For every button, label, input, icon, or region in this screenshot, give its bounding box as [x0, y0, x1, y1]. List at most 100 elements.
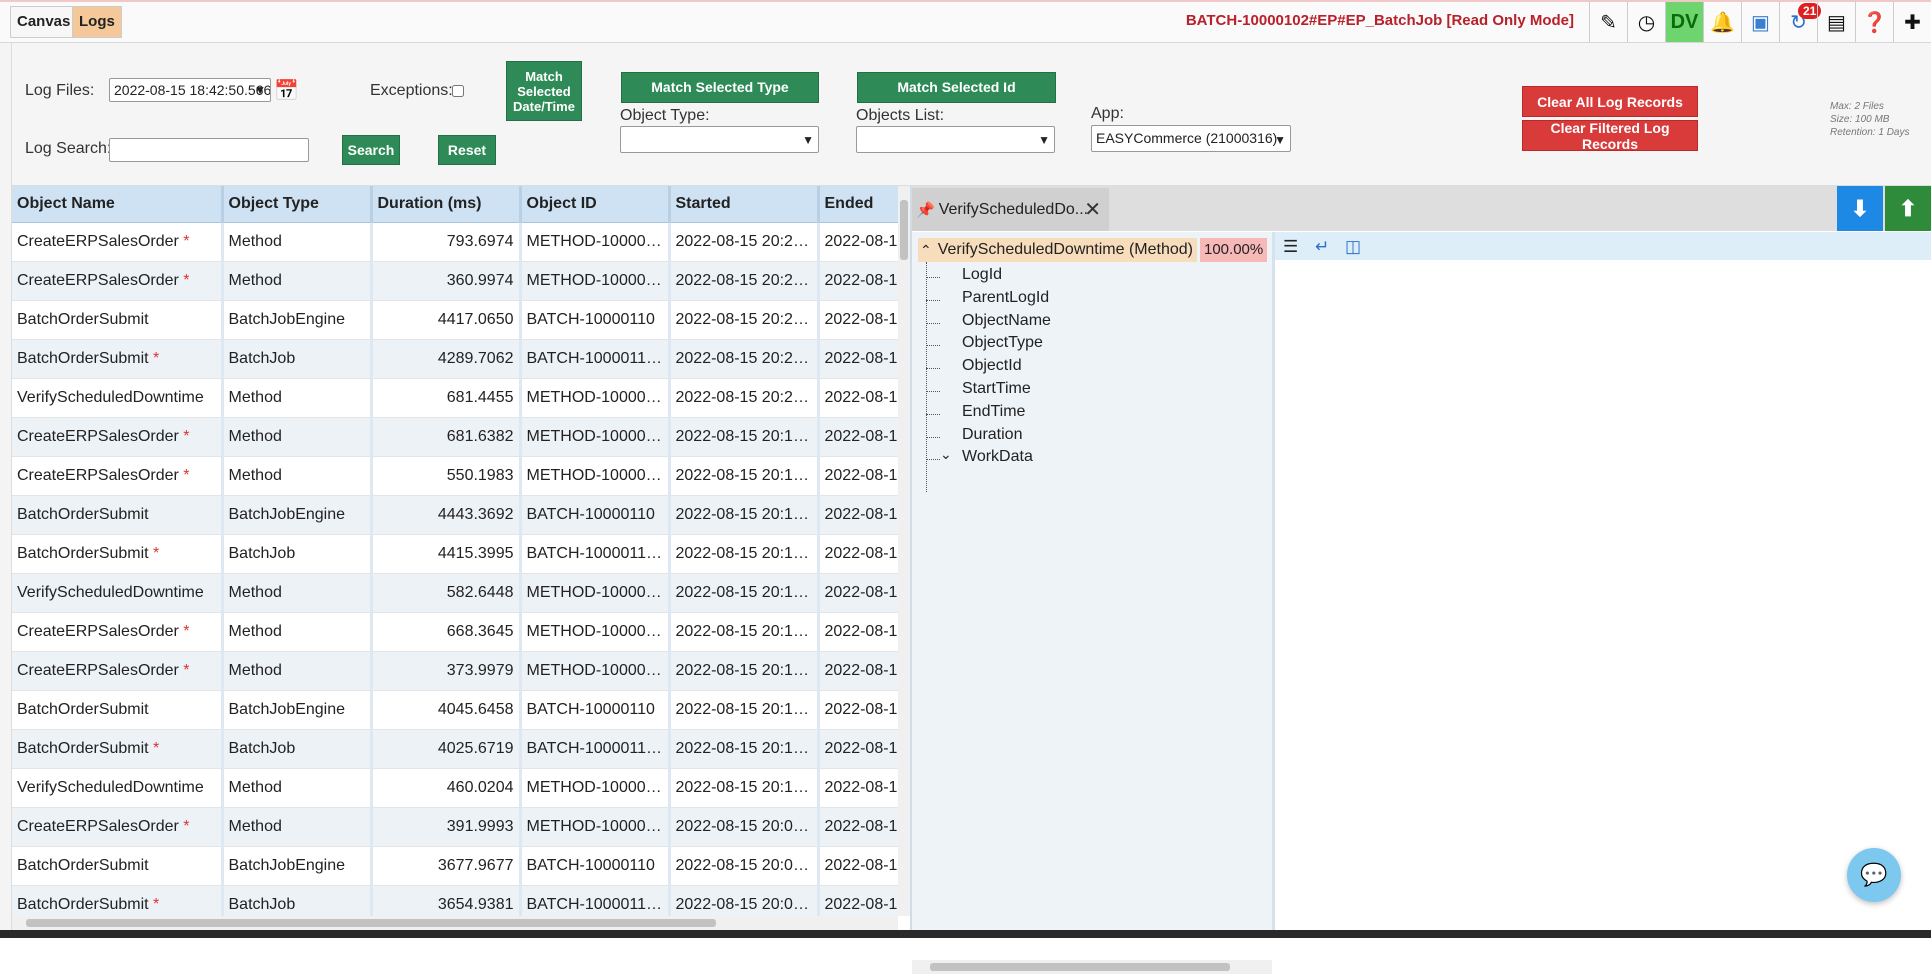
- tree-root[interactable]: ⌃ VerifyScheduledDowntime (Method): [918, 238, 1197, 262]
- calendar-icon[interactable]: 📅: [274, 78, 299, 103]
- object-type-select[interactable]: ▼: [620, 126, 819, 153]
- reset-button[interactable]: Reset: [438, 135, 496, 165]
- table-row[interactable]: CreateERPSalesOrder * Method 360.9974 METHO…: [12, 261, 898, 301]
- tree-node[interactable]: LogId: [962, 266, 1002, 284]
- chevron-up-icon[interactable]: ⌃: [920, 242, 932, 259]
- pencil-icon[interactable]: ✎: [1589, 2, 1627, 42]
- scroll-thumb[interactable]: [900, 200, 908, 260]
- align-left-icon[interactable]: ☰: [1283, 237, 1298, 257]
- history-icon[interactable]: ↻ 21: [1779, 2, 1822, 42]
- match-id-button[interactable]: Match Selected Id: [857, 72, 1056, 103]
- cell-name: VerifyScheduledDowntime: [12, 768, 224, 808]
- expand-icon[interactable]: ✚: [1893, 2, 1931, 42]
- table-row[interactable]: BatchOrderSubmit BatchJobEngine 4045.6458 B…: [12, 690, 898, 730]
- cell-type: BatchJobEngine: [222, 690, 373, 730]
- detail-tab[interactable]: 📌 VerifyScheduledDo... ✕: [912, 188, 1109, 231]
- table-row[interactable]: CreateERPSalesOrder * Method 391.9993 METHO…: [12, 807, 898, 847]
- cell-duration-text: 668.3645: [446, 623, 514, 640]
- table-row[interactable]: CreateERPSalesOrder * Method 668.3645 METHO…: [12, 612, 898, 652]
- log-files-select[interactable]: 2022-08-15 18:42:50.566 - NC▼: [109, 78, 271, 102]
- tree-node[interactable]: Duration: [962, 426, 1022, 444]
- table-row[interactable]: BatchOrderSubmit * BatchJob 4415.3995 BATCH…: [12, 534, 898, 574]
- tree-connector: [926, 345, 940, 347]
- scroll-thumb[interactable]: [930, 963, 1230, 971]
- pin-icon[interactable]: 📌: [916, 201, 935, 219]
- exceptions-checkbox[interactable]: [452, 85, 464, 97]
- table-row[interactable]: BatchOrderSubmit * BatchJob 4289.7062 BATCH…: [12, 339, 898, 379]
- download-icon[interactable]: ⬇: [1837, 186, 1883, 231]
- cell-ended: 2022-08-1: [818, 651, 898, 691]
- tab-canvas[interactable]: Canvas: [10, 6, 78, 38]
- cell-ended: 2022-08-1: [818, 534, 898, 574]
- tree-node[interactable]: ObjectName: [962, 312, 1051, 330]
- cell-name: VerifyScheduledDowntime: [12, 573, 224, 613]
- help-icon[interactable]: ❓: [1855, 2, 1893, 42]
- log-search-input[interactable]: [109, 138, 309, 162]
- cube-icon[interactable]: ▣: [1741, 2, 1779, 42]
- table-row[interactable]: BatchOrderSubmit BatchJobEngine 3677.9677 B…: [12, 846, 898, 886]
- clear-filtered-logs-button[interactable]: Clear Filtered Log Records: [1522, 120, 1698, 152]
- modified-star: *: [148, 740, 160, 757]
- cell-id: BATCH-10000110...: [520, 534, 671, 574]
- grid-vertical-scrollbar[interactable]: [898, 186, 910, 916]
- table-row[interactable]: VerifyScheduledDowntime Method 582.6448 MET…: [12, 573, 898, 613]
- table-row[interactable]: VerifyScheduledDowntime Method 681.4455 MET…: [12, 378, 898, 418]
- match-datetime-button[interactable]: Match Selected Date/Time: [506, 61, 582, 121]
- chevron-down-icon[interactable]: ⌄: [940, 446, 952, 463]
- book-icon[interactable]: ◫: [1345, 237, 1361, 257]
- column-header[interactable]: Started: [669, 186, 820, 223]
- column-header[interactable]: Object Type: [222, 186, 373, 223]
- table-row[interactable]: BatchOrderSubmit BatchJobEngine 4443.3692 B…: [12, 495, 898, 535]
- upload-icon[interactable]: ⬆: [1885, 186, 1931, 231]
- column-header[interactable]: Object Name: [12, 186, 224, 223]
- clock-icon[interactable]: ◷: [1627, 2, 1665, 42]
- cell-started: 2022-08-15 20:07:...: [669, 807, 820, 847]
- tree-node[interactable]: ⌄ WorkData: [940, 446, 1033, 466]
- table-row[interactable]: CreateERPSalesOrder * Method 550.1983 METHO…: [12, 456, 898, 496]
- tree-node[interactable]: StartTime: [962, 380, 1031, 398]
- tree-horizontal-scrollbar[interactable]: [912, 960, 1272, 974]
- cell-id: BATCH-10000110: [520, 495, 671, 535]
- cell-name: BatchOrderSubmit: [12, 690, 224, 730]
- tree-node[interactable]: ParentLogId: [962, 289, 1049, 307]
- cell-duration: 360.9974: [371, 261, 522, 301]
- scroll-thumb[interactable]: [26, 919, 716, 927]
- tree-node[interactable]: ObjectId: [962, 357, 1022, 375]
- cell-id-text: METHOD-100001...: [526, 818, 668, 835]
- app-select[interactable]: EASYCommerce (21000316) ▼: [1091, 125, 1291, 152]
- table-row[interactable]: CreateERPSalesOrder * Method 793.6974 METHO…: [12, 222, 898, 262]
- cell-type-text: BatchJob: [228, 896, 296, 913]
- table-row[interactable]: CreateERPSalesOrder * Method 373.9979 METHO…: [12, 651, 898, 691]
- log-icon[interactable]: ▤: [1817, 2, 1855, 42]
- cell-name-text: BatchOrderSubmit: [17, 311, 149, 328]
- detail-tab-bar: 📌 VerifyScheduledDo... ✕ ⬇ ⬆: [912, 186, 1931, 231]
- clear-all-logs-button[interactable]: Clear All Log Records: [1522, 86, 1698, 117]
- table-row[interactable]: CreateERPSalesOrder * Method 681.6382 METHO…: [12, 417, 898, 457]
- chat-icon[interactable]: 💬: [1847, 848, 1901, 902]
- tree-node[interactable]: EndTime: [962, 403, 1025, 421]
- column-header[interactable]: Object ID: [520, 186, 671, 223]
- search-button[interactable]: Search: [342, 135, 400, 165]
- grid-horizontal-scrollbar[interactable]: [12, 916, 898, 930]
- cell-id: BATCH-10000110: [520, 846, 671, 886]
- cell-id: BATCH-10000110: [520, 300, 671, 340]
- tree-node[interactable]: ObjectType: [962, 334, 1043, 352]
- bell-icon[interactable]: 🔔: [1703, 2, 1741, 42]
- table-row[interactable]: BatchOrderSubmit * BatchJob 3654.9381 BATCH…: [12, 885, 898, 916]
- chevron-down-icon: ▼: [1038, 133, 1050, 147]
- wrap-icon[interactable]: ↵: [1315, 237, 1329, 257]
- column-header[interactable]: Ended: [818, 186, 898, 223]
- column-header[interactable]: Duration (ms): [371, 186, 522, 223]
- dv-button[interactable]: DV: [1665, 2, 1703, 42]
- cell-duration: 373.9979: [371, 651, 522, 691]
- cell-type: Method: [222, 456, 373, 496]
- cell-ended: 2022-08-1: [818, 339, 898, 379]
- close-icon[interactable]: ✕: [1084, 197, 1101, 222]
- cell-type: BatchJob: [222, 729, 373, 769]
- match-type-button[interactable]: Match Selected Type: [621, 72, 819, 103]
- tab-logs[interactable]: Logs: [72, 6, 122, 38]
- table-row[interactable]: VerifyScheduledDowntime Method 460.0204 MET…: [12, 768, 898, 808]
- table-row[interactable]: BatchOrderSubmit * BatchJob 4025.6719 BATCH…: [12, 729, 898, 769]
- table-row[interactable]: BatchOrderSubmit BatchJobEngine 4417.0650 B…: [12, 300, 898, 340]
- objects-list-select[interactable]: ▼: [856, 126, 1055, 153]
